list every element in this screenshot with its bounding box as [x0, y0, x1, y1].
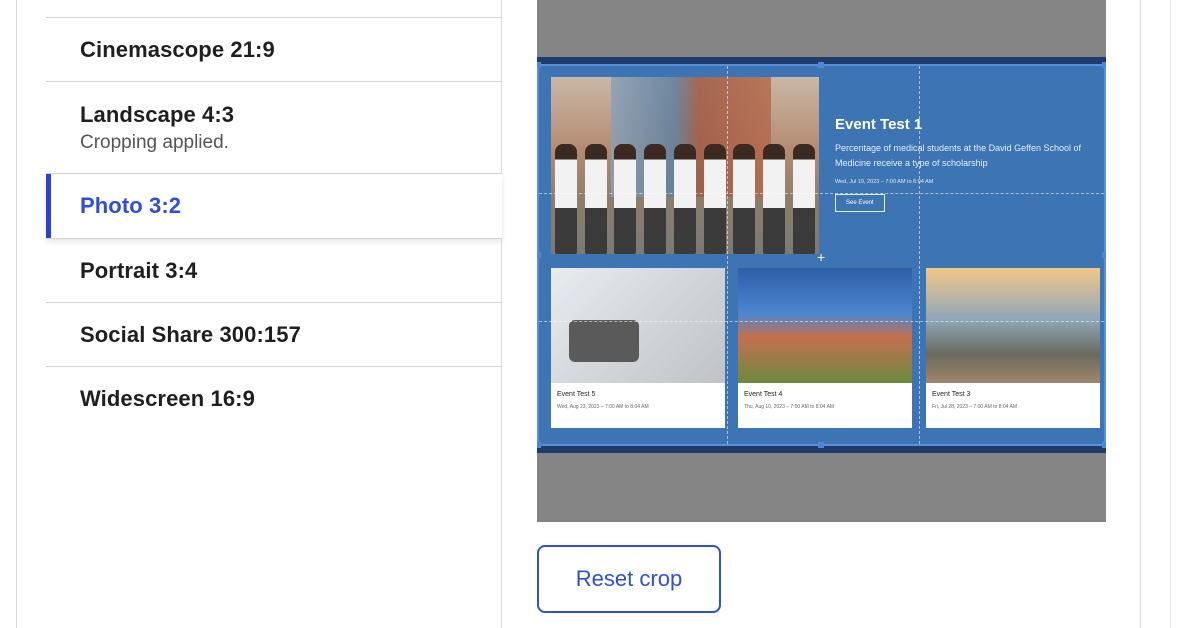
event-thumbnail	[738, 268, 912, 383]
reset-crop-button[interactable]: Reset crop	[537, 545, 721, 613]
crop-handle-ne[interactable]	[1102, 62, 1106, 68]
crop-handle-s[interactable]	[818, 442, 824, 448]
crop-type-label: Cinemascope 21:9	[80, 36, 275, 62]
crop-guide-line	[727, 66, 728, 444]
crop-type-label: Portrait 3:4	[80, 257, 198, 283]
crop-handle-e[interactable]	[1102, 252, 1106, 258]
crop-preview: Event Test 1 Percentage of medical stude…	[537, 0, 1106, 522]
crop-type-list: Cinemascope 21:9 Landscape 4:3 Cropping …	[46, 0, 502, 431]
hero-photo	[551, 77, 819, 254]
crop-handle-w[interactable]	[537, 252, 541, 258]
event-thumbnail	[551, 268, 725, 383]
crop-guide-line	[919, 66, 920, 444]
event-card-date: Thu, Aug 10, 2023 – 7:00 AM to 8:04 AM	[744, 404, 835, 410]
see-event-button: See Event	[835, 193, 885, 212]
crop-type-widescreen[interactable]: Widescreen 16:9	[46, 367, 502, 431]
crop-status: Cropping applied.	[80, 131, 229, 153]
event-thumbnail	[926, 268, 1100, 383]
hero-title: Event Test 1	[835, 116, 923, 133]
crop-handle-sw[interactable]	[537, 442, 541, 448]
event-card-title: Event Test 4	[744, 391, 783, 398]
event-card-title: Event Test 3	[932, 391, 971, 398]
hero-description: Percentage of medical students at the Da…	[835, 143, 1081, 169]
event-card-date: Wed, Aug 23, 2023 – 7:00 AM to 8:04 AM	[557, 404, 649, 410]
crop-guide-line	[539, 193, 1104, 194]
crop-type-label: Widescreen 16:9	[80, 386, 255, 411]
crop-type-landscape[interactable]: Landscape 4:3 Cropping applied.	[46, 82, 502, 174]
event-card: Event Test 3 Fri, Jul 28, 2023 – 7:00 AM…	[926, 268, 1100, 428]
crop-center-icon: +	[817, 249, 826, 265]
hero-text: Event Test 1 Percentage of medical stude…	[835, 116, 1095, 212]
crop-type-cinemascope[interactable]: Cinemascope 21:9	[46, 17, 502, 82]
crop-type-label: Social Share 300:157	[80, 321, 301, 347]
event-card-title: Event Test 5	[557, 391, 596, 398]
panel-left-border	[16, 0, 17, 628]
crop-type-label: Landscape 4:3	[80, 101, 235, 127]
crop-handle-nw[interactable]	[537, 62, 541, 68]
crop-type-social-share[interactable]: Social Share 300:157	[46, 303, 502, 367]
crop-type-portrait[interactable]: Portrait 3:4	[46, 239, 502, 303]
crop-selection-box[interactable]: Event Test 1 Percentage of medical stude…	[537, 62, 1106, 448]
crop-type-label: Photo 3:2	[80, 193, 182, 218]
outer-right-border	[1170, 0, 1171, 628]
event-card: Event Test 4 Thu, Aug 10, 2023 – 7:00 AM…	[738, 268, 912, 428]
panel-right-border	[1140, 0, 1141, 628]
crop-type-photo[interactable]: Photo 3:2	[46, 174, 502, 239]
crop-handle-n[interactable]	[818, 62, 824, 68]
crop-handle-se[interactable]	[1102, 442, 1106, 448]
event-card-date: Fri, Jul 28, 2023 – 7:00 AM to 8:04 AM	[932, 404, 1018, 410]
crop-guide-line	[539, 321, 1104, 322]
hero-date: Wed, Jul 19, 2023 – 7:00 AM to 8:04 AM	[835, 178, 934, 185]
event-card: Event Test 5 Wed, Aug 23, 2023 – 7:00 AM…	[551, 268, 725, 428]
